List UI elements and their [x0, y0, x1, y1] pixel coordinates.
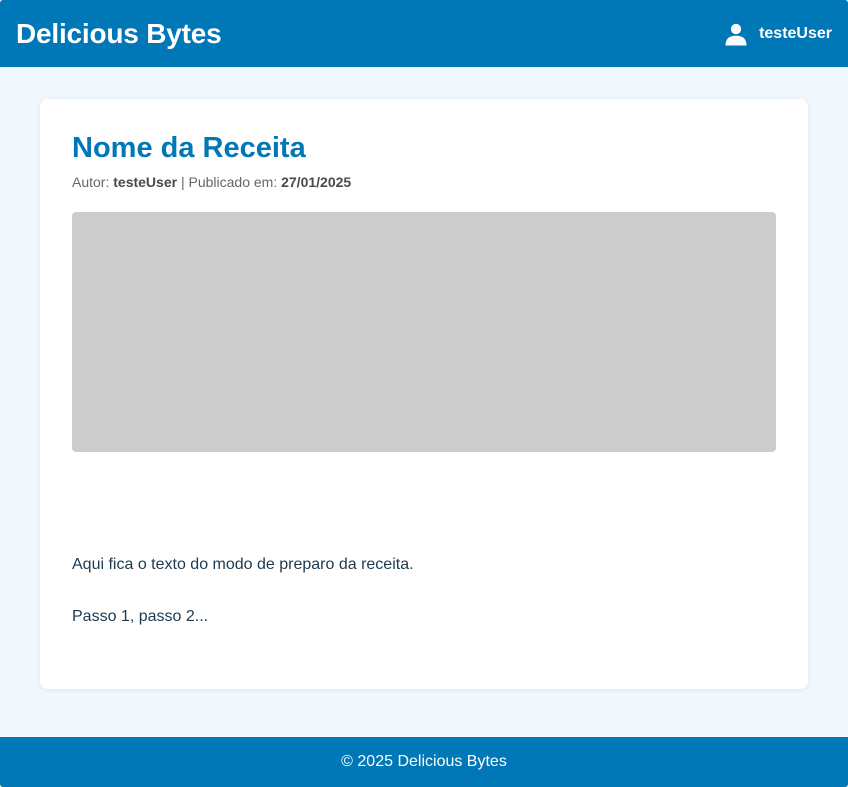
user-menu[interactable]: testeUser	[724, 22, 832, 46]
author-label: Autor:	[72, 174, 110, 190]
recipe-title: Nome da Receita	[72, 132, 306, 164]
footer-copyright: © 2025 Delicious Bytes	[341, 753, 507, 770]
recipe-instructions: Aqui fica o texto do modo de preparo da …	[72, 555, 776, 627]
footer: © 2025 Delicious Bytes	[0, 737, 848, 787]
user-icon	[725, 23, 747, 45]
top-bar: Delicious Bytes testeUser	[0, 0, 848, 67]
published-label: Publicado em:	[188, 174, 278, 190]
meta-separator: |	[180, 174, 185, 190]
published-date: 27/01/2025	[281, 174, 352, 190]
brand-logo[interactable]: Delicious Bytes	[16, 18, 222, 50]
author-name: testeUser	[113, 174, 178, 190]
instructions-paragraph: Passo 1, passo 2...	[72, 608, 209, 625]
recipe-image-placeholder	[72, 212, 776, 452]
recipe-meta: Autor: testeUser | Publicado em: 27/01/2…	[72, 173, 776, 191]
recipe-card: Nome da Receita Autor: testeUser | Publi…	[40, 99, 808, 689]
page: Delicious Bytes testeUser Nome da Receit…	[0, 0, 848, 787]
instructions-paragraph: Aqui fica o texto do modo de preparo da …	[72, 556, 414, 573]
username: testeUser	[759, 24, 832, 42]
